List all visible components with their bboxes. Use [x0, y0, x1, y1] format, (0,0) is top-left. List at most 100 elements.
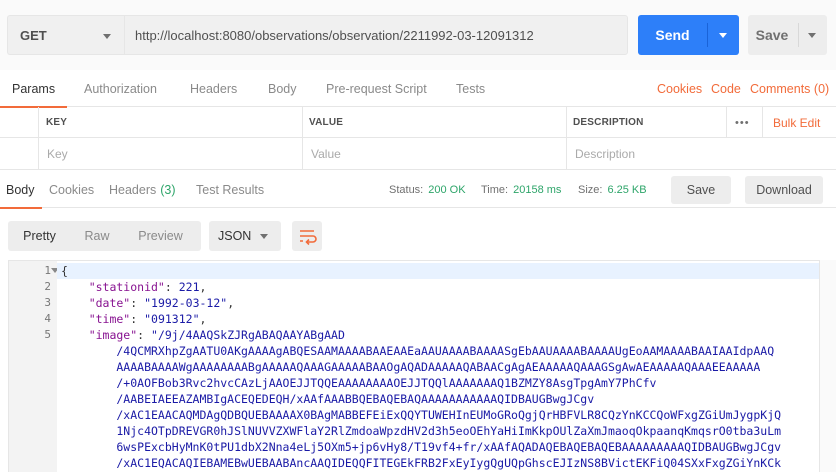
save-options-chevron-icon[interactable]: [808, 33, 816, 38]
value-input[interactable]: Value: [311, 138, 566, 169]
save-divider: [798, 23, 799, 47]
more-options-icon[interactable]: •••: [735, 107, 750, 138]
send-button[interactable]: Send: [638, 15, 739, 55]
key-input[interactable]: Key: [47, 138, 302, 169]
url-input[interactable]: http://localhost:8080/observations/obser…: [124, 15, 628, 55]
headers-count-badge: (3): [160, 182, 176, 197]
response-tabs: Body Cookies Headers (3) Test Results St…: [0, 171, 836, 209]
params-table: KEY VALUE DESCRIPTION ••• Bulk Edit Key …: [0, 107, 836, 170]
code-line: /+0AOFBob3Rvc2hvcCAzLjAAOEJJTQQEAAAAAAAA…: [61, 375, 656, 391]
save-request-label: Save: [755, 27, 789, 43]
key-column-header: KEY: [46, 117, 68, 128]
save-response-button[interactable]: Save: [671, 176, 731, 204]
code-line: /AABEIAEEAZAMBIgACEQEDEQH/xAAfAAABBQEBAQ…: [61, 391, 594, 407]
line-number: 1: [44, 264, 51, 277]
response-tab-body[interactable]: Body: [0, 171, 41, 209]
save-request-button[interactable]: Save: [748, 15, 827, 55]
request-bar: GET http://localhost:8080/observations/o…: [0, 0, 836, 70]
tab-pre-request-script[interactable]: Pre-request Script: [326, 70, 427, 107]
size-label: Size:: [578, 183, 603, 196]
method-select[interactable]: GET: [7, 15, 124, 55]
code-token: 6wsPExcbHyMnK0tPU1dbX2Nna4eLj5OXm5+jp6vH…: [61, 440, 782, 454]
code-token: :: [130, 296, 145, 310]
value-column-header: VALUE: [309, 117, 344, 128]
code-token: :: [130, 312, 145, 326]
time-value: 20158 ms: [513, 183, 562, 196]
method-label: GET: [20, 27, 47, 43]
chevron-down-icon: [260, 234, 268, 239]
code-token: "time": [61, 312, 131, 326]
status-label: Status:: [389, 183, 424, 196]
description-input[interactable]: Description: [575, 138, 830, 169]
code-token: /xAC1EAACAQMDAgQDBQUEBAAAAX0BAgMABBEFEiE…: [61, 408, 782, 422]
column-divider: [762, 107, 763, 138]
format-select[interactable]: JSON: [209, 221, 281, 251]
code-token: ,: [227, 296, 235, 310]
status-readout: Status: 200 OK: [389, 171, 466, 208]
download-button[interactable]: Download: [745, 176, 823, 204]
view-preview-button[interactable]: Preview: [123, 221, 198, 251]
code-line: "time": "091312",: [61, 311, 207, 327]
code-token: 221: [178, 280, 200, 294]
code-token: :: [137, 328, 152, 342]
send-label: Send: [655, 27, 690, 43]
code-token: "1992-03-12": [144, 296, 228, 310]
line-number: 5: [44, 328, 51, 341]
line-number: 3: [44, 296, 51, 309]
response-headers-label: Headers: [109, 182, 157, 197]
response-toolbar: Pretty Raw Preview JSON: [0, 216, 836, 459]
view-raw-button[interactable]: Raw: [71, 221, 123, 251]
column-divider: [38, 107, 39, 169]
code-token: "/9j/4AAQSkZJRgABAQAAYABgAAD: [151, 328, 345, 342]
time-readout: Time: 20158 ms: [481, 171, 561, 208]
tab-params[interactable]: Params: [0, 70, 68, 108]
response-tab-test-results[interactable]: Test Results: [196, 171, 264, 208]
code-token: "091312": [144, 312, 200, 326]
code-line: 1Njc4OTpDREVGR0hJSlNUVVZXWFlaY2RlZmdoaWp…: [61, 423, 781, 439]
line-number: 2: [44, 280, 51, 293]
wrap-lines-button[interactable]: [292, 221, 322, 251]
code-token: 1Njc4OTpDREVGR0hJSlNUVVZXWFlaY2RlZmdoaWp…: [61, 424, 782, 438]
active-line-highlight: [57, 263, 819, 279]
chevron-down-icon: [103, 34, 111, 39]
send-options-chevron-icon[interactable]: [719, 33, 727, 38]
code-line: /xAC1EQACAQIEBAMEBwUEBAABAncAAQIDEQQFITE…: [61, 455, 781, 471]
size-value: 6.25 KB: [607, 183, 647, 196]
cookies-link[interactable]: Cookies: [657, 70, 702, 107]
column-divider: [726, 107, 727, 138]
code-line: "date": "1992-03-12",: [61, 295, 234, 311]
code-token: /+0AOFBob3Rvc2hvcCAzLjAAOEJJTQQEAAAAAAAA…: [61, 376, 657, 390]
view-pretty-button[interactable]: Pretty: [8, 221, 71, 251]
request-tabs: Params Authorization Headers Body Pre-re…: [0, 70, 836, 108]
tab-body[interactable]: Body: [268, 70, 297, 107]
code-token: /4QCMRXhpZgAATU0AKgAAAAgABQESAAMAAAABAAE…: [61, 344, 775, 358]
format-label: JSON: [218, 229, 252, 243]
response-tab-headers[interactable]: Headers (3): [109, 171, 176, 208]
view-mode-group: Pretty Raw Preview: [8, 221, 201, 251]
column-divider: [566, 107, 567, 169]
url-text: http://localhost:8080/observations/obser…: [135, 27, 534, 43]
description-column-header: DESCRIPTION: [573, 117, 644, 128]
bulk-edit-link[interactable]: Bulk Edit: [773, 107, 820, 138]
send-divider: [707, 23, 708, 47]
response-tab-cookies[interactable]: Cookies: [49, 171, 94, 208]
tab-tests[interactable]: Tests: [456, 70, 485, 107]
comments-link[interactable]: Comments (0): [750, 70, 829, 107]
status-value: 200 OK: [428, 183, 466, 196]
code-token: /AABEIAEEAZAMBIgACEQEDEQH/xAAfAAABBQEBAQ…: [61, 392, 595, 406]
code-token: {: [61, 264, 68, 278]
code-line: /4QCMRXhpZgAATU0AKgAAAAgABQESAAMAAAABAAE…: [61, 343, 774, 359]
column-divider: [302, 107, 303, 169]
code-token: ,: [199, 312, 207, 326]
editor-scrollbar[interactable]: [820, 260, 836, 472]
code-line: "image": "/9j/4AAQSkZJRgABAQAAYABgAAD: [61, 327, 345, 343]
tab-headers[interactable]: Headers: [190, 70, 237, 107]
line-number: 4: [44, 312, 51, 325]
code-token: ,: [199, 280, 207, 294]
code-link[interactable]: Code: [711, 70, 741, 107]
tab-authorization[interactable]: Authorization: [84, 70, 157, 107]
code-token: /xAC1EQACAQIEBAMEBwUEBAABAncAAQIDEQQFITE…: [61, 456, 782, 470]
code-line: {: [61, 263, 68, 279]
response-body-editor[interactable]: 1 2 3 4 5 { "stationid": 221, "date": "1…: [8, 260, 820, 472]
code-token: "stationid": [61, 280, 165, 294]
